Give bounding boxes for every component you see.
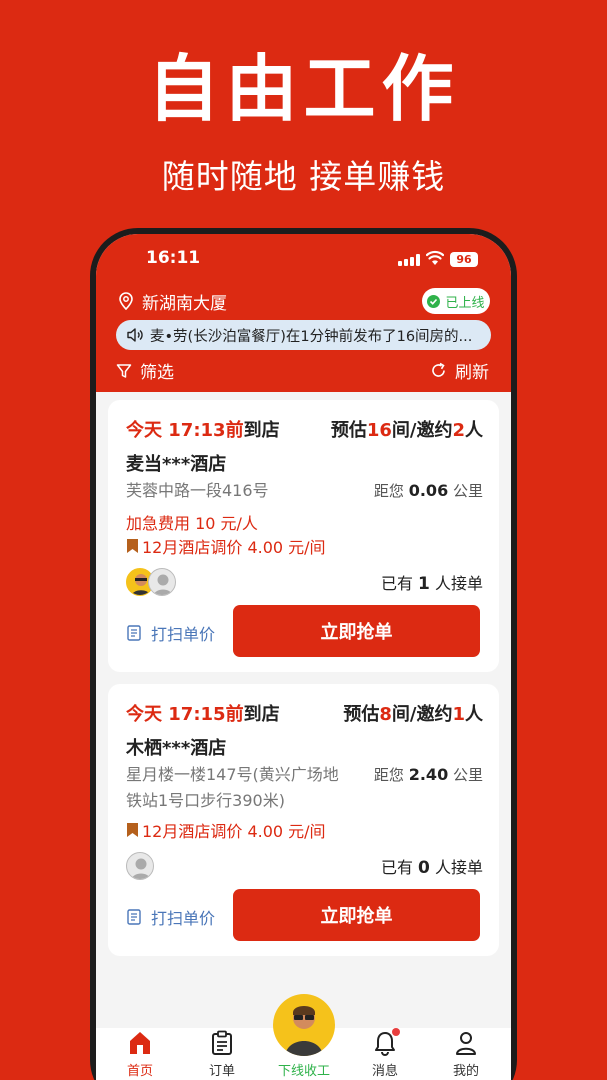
order-card[interactable]: 今天 17:13前到店 预估16间/邀约2人 麦当***酒店 芙蓉中路一段416… xyxy=(108,400,499,672)
offline-avatar xyxy=(273,994,335,1056)
location-label: 新湖南大厦 xyxy=(142,293,227,314)
taken-count: 已有 1 人接单 xyxy=(380,574,483,594)
wifi-icon xyxy=(426,250,444,265)
price-adjustment: 12月酒店调价 4.00 元/间 xyxy=(126,534,326,558)
filter-icon xyxy=(116,363,132,378)
hotel-address: 芙蓉中路一段416号 xyxy=(126,481,269,500)
bookmark-icon xyxy=(127,539,138,553)
hero-subtitle: 随时随地 接单赚钱 xyxy=(161,157,446,196)
taker-avatars xyxy=(126,568,176,596)
avatar xyxy=(148,568,176,596)
rush-fee: 加急费用 10 元/人 xyxy=(126,514,258,533)
bookmark-icon xyxy=(127,823,138,837)
unread-dot xyxy=(392,1028,400,1036)
location-selector[interactable]: 新湖南大厦 xyxy=(118,290,227,314)
distance: 距您 2.40 公里 xyxy=(373,765,483,784)
status-bar: 16:11 96 xyxy=(96,248,511,272)
taken-count: 已有 0 人接单 xyxy=(380,858,483,878)
document-icon xyxy=(127,909,141,925)
speaker-icon xyxy=(127,328,143,342)
estimate-summary: 预估8间/邀约1人 xyxy=(343,704,483,725)
arrival-time: 今天 17:13前到店 xyxy=(126,420,280,441)
refresh-button[interactable]: 刷新 xyxy=(430,358,489,383)
signal-icon xyxy=(398,254,420,266)
filter-label: 筛选 xyxy=(140,363,174,383)
avatar xyxy=(126,852,154,880)
document-icon xyxy=(127,625,141,641)
arrival-time: 今天 17:15前到店 xyxy=(126,704,280,725)
location-pin-icon xyxy=(119,292,133,310)
online-status-label: 已上线 xyxy=(445,295,485,311)
tab-orders[interactable]: 订单 xyxy=(192,1028,252,1080)
grab-order-button[interactable]: 立即抢单 xyxy=(233,889,480,941)
refresh-label: 刷新 xyxy=(455,363,489,383)
app-screen: 16:11 96 新湖南大厦 已上线 麦•劳(长沙泊富餐厅)在1分钟前发布了16… xyxy=(96,234,511,1080)
tab-offline[interactable]: 下线收工 xyxy=(270,994,338,1080)
tab-messages[interactable]: 消息 xyxy=(355,1028,415,1080)
hotel-address: 星月楼一楼147号(黄兴广场地 铁站1号口步行390米) xyxy=(126,765,339,810)
filter-button[interactable]: 筛选 xyxy=(116,358,174,383)
status-time: 16:11 xyxy=(146,248,201,268)
home-icon xyxy=(130,1032,150,1054)
notice-text: 麦•劳(长沙泊富餐厅)在1分钟前发布了16间房的... xyxy=(150,328,473,345)
clipboard-icon xyxy=(212,1030,232,1055)
check-icon xyxy=(427,294,441,308)
distance: 距您 0.06 公里 xyxy=(373,481,483,500)
order-card[interactable]: 今天 17:15前到店 预估8间/邀约1人 木栖***酒店 星月楼一楼147号(… xyxy=(108,684,499,956)
refresh-icon xyxy=(432,362,445,377)
tab-mine[interactable]: 我的 xyxy=(436,1028,496,1080)
grab-order-button[interactable]: 立即抢单 xyxy=(233,605,480,657)
battery-indicator: 96 xyxy=(450,252,478,267)
price-adjustment: 12月酒店调价 4.00 元/间 xyxy=(126,818,326,842)
taker-avatars xyxy=(126,852,154,880)
hero-title: 自由工作 xyxy=(147,47,460,131)
tab-home[interactable]: 首页 xyxy=(110,1028,170,1080)
hotel-name: 木栖***酒店 xyxy=(126,738,227,759)
cleaning-price-link[interactable]: 打扫单价 xyxy=(126,905,215,929)
user-icon xyxy=(456,1032,476,1055)
notice-banner[interactable]: 麦•劳(长沙泊富餐厅)在1分钟前发布了16间房的... xyxy=(116,320,491,350)
hotel-name: 麦当***酒店 xyxy=(126,454,227,475)
estimate-summary: 预估16间/邀约2人 xyxy=(330,420,483,441)
online-status-toggle[interactable]: 已上线 xyxy=(422,288,490,314)
offline-label: 下线收工 xyxy=(277,1064,330,1079)
cleaning-price-link[interactable]: 打扫单价 xyxy=(126,621,215,645)
